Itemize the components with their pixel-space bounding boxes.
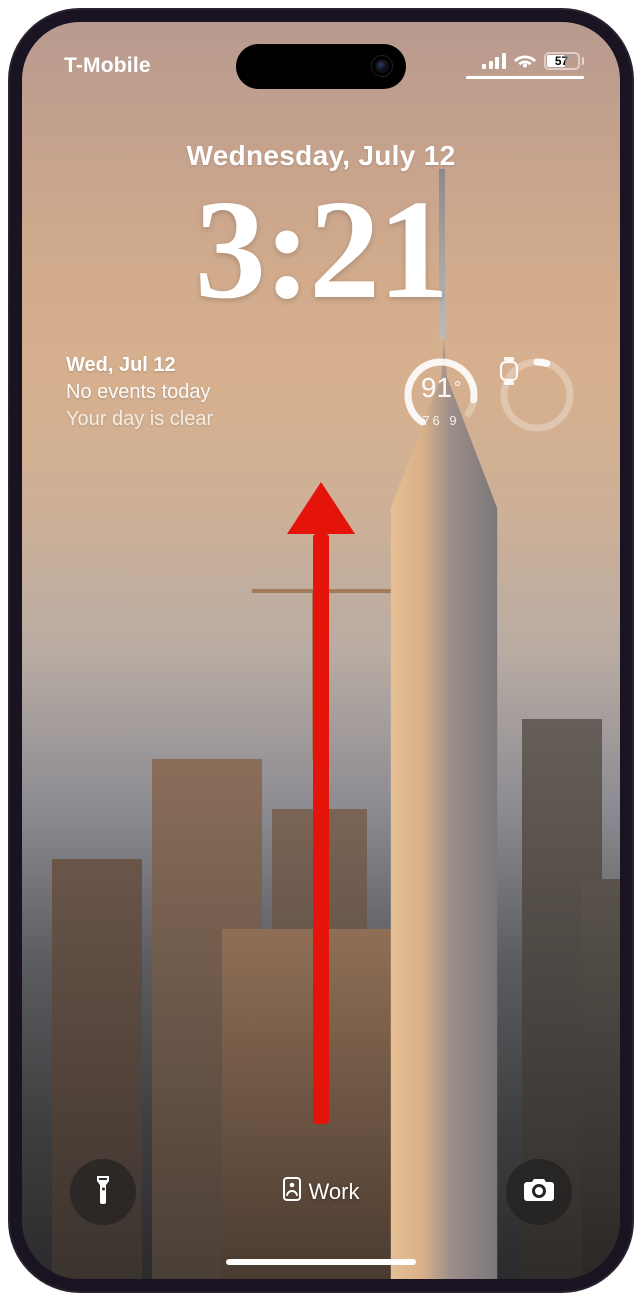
side-power-button xyxy=(631,340,632,460)
lockscreen-date: Wednesday, July 12 xyxy=(22,140,620,172)
volume-up-button xyxy=(10,310,11,388)
calendar-widget-status: No events today xyxy=(66,379,213,406)
battery-indicator: 57 xyxy=(544,52,585,70)
focus-mode-label: Work xyxy=(309,1179,360,1205)
weather-range: 76 9 xyxy=(402,413,480,428)
lockscreen-time: 3:21 xyxy=(22,178,620,320)
status-bar: T-Mobile 57 xyxy=(22,50,620,90)
calendar-widget-date: Wed, Jul 12 xyxy=(66,352,213,379)
calendar-widget-subtext: Your day is clear xyxy=(66,406,213,433)
weather-widget[interactable]: 91° 76 9 xyxy=(402,356,480,434)
calendar-widget[interactable]: Wed, Jul 12 No events today Your day is … xyxy=(66,352,213,433)
battery-percent: 57 xyxy=(555,54,568,68)
lockscreen-widgets: Wed, Jul 12 No events today Your day is … xyxy=(66,352,576,434)
camera-button[interactable] xyxy=(506,1159,572,1225)
apple-watch-icon xyxy=(498,356,576,434)
swipe-up-arrow-annotation xyxy=(287,482,355,1124)
watch-battery-widget[interactable] xyxy=(498,356,576,434)
mute-switch xyxy=(10,235,11,277)
carrier-label: T-Mobile xyxy=(64,54,151,78)
iphone-frame: T-Mobile 57 Wednesday, xyxy=(10,10,632,1291)
camera-icon xyxy=(523,1177,555,1208)
wallpaper-tower xyxy=(374,339,514,1279)
flashlight-button[interactable] xyxy=(70,1159,136,1225)
flashlight-icon xyxy=(91,1174,115,1211)
lockscreen-bottom-controls: Work xyxy=(22,1159,620,1225)
cellular-signal-icon xyxy=(482,53,506,69)
home-indicator[interactable] xyxy=(226,1259,416,1265)
lock-screen[interactable]: T-Mobile 57 Wednesday, xyxy=(22,22,620,1279)
lockscreen-datetime[interactable]: Wednesday, July 12 3:21 xyxy=(22,140,620,320)
wifi-icon xyxy=(514,53,536,69)
status-bar-underline xyxy=(466,76,584,79)
volume-down-button xyxy=(10,408,11,486)
focus-badge-icon xyxy=(283,1177,301,1207)
focus-mode-button[interactable]: Work xyxy=(283,1177,360,1207)
